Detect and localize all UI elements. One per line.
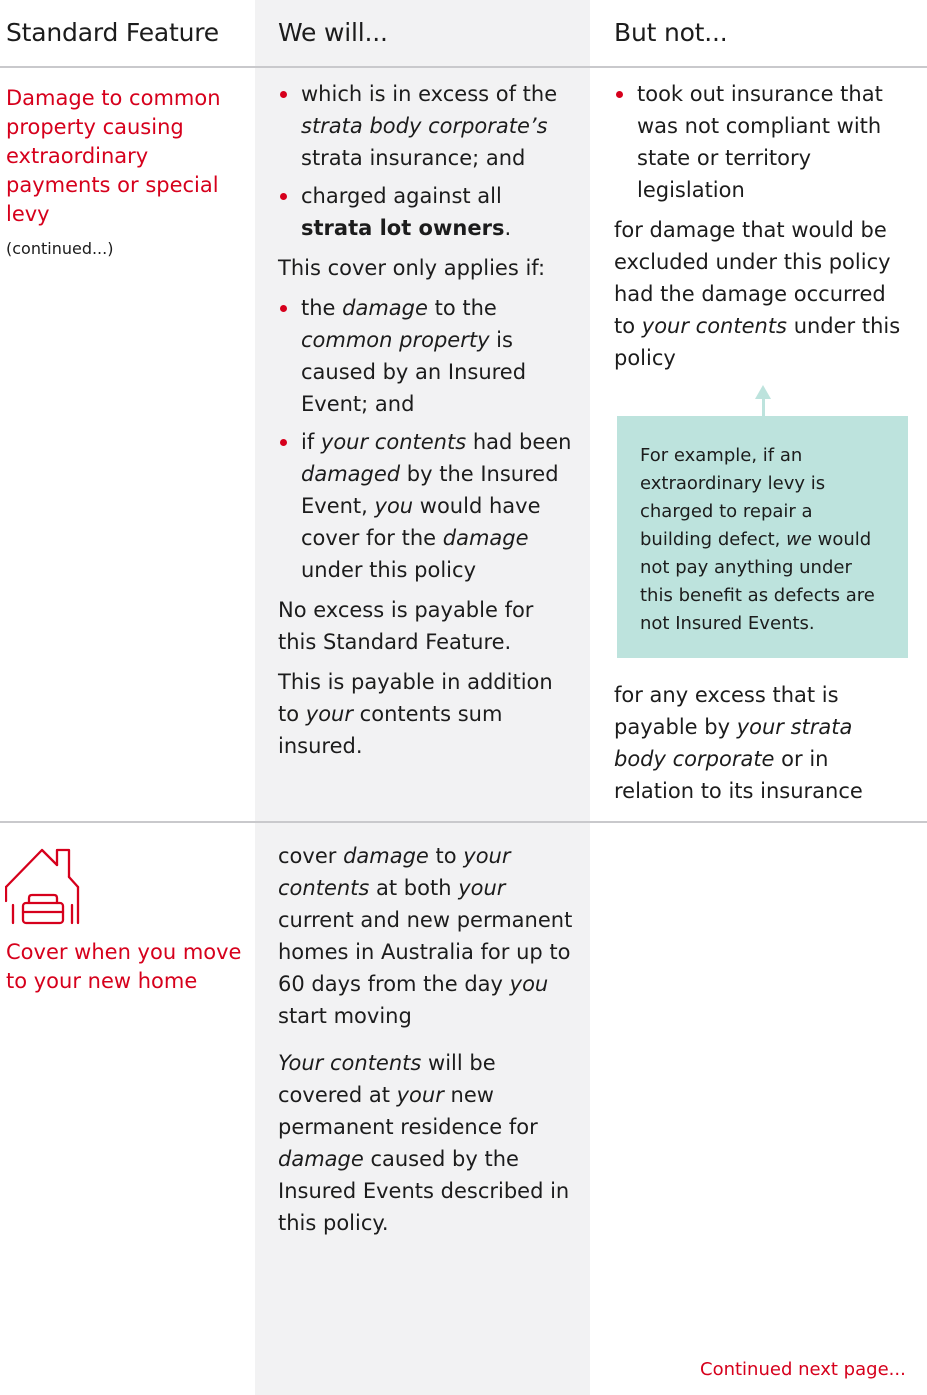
header-divider <box>0 66 927 68</box>
applies-if-text: This cover only applies if: <box>278 256 546 280</box>
payable-addition-text: This is payable in addition to your cont… <box>278 670 553 758</box>
bullet-list: which is in excess of the strata body co… <box>278 78 573 244</box>
continued-next-page: Continued next page... <box>700 1359 906 1380</box>
arrow-stem <box>762 397 765 416</box>
row1-we-will-cell: which is in excess of the strata body co… <box>278 78 573 770</box>
list-item: the damage to the common property is cau… <box>278 292 573 420</box>
header-standard-feature: Standard Feature <box>6 18 219 47</box>
row2-feature-cell: Cover when you move to your new home <box>6 938 246 996</box>
feature-title: Damage to common property causing extrao… <box>6 86 221 226</box>
feature-title: Cover when you move to your new home <box>6 940 242 993</box>
list-item: charged against all strata lot owners. <box>278 180 573 244</box>
list-item: if your contents had been damaged by the… <box>278 426 573 586</box>
continued-note: (continued...) <box>6 239 114 258</box>
row1-but-not-top: took out insurance that was not complian… <box>614 78 909 382</box>
no-excess-text: No excess is payable for this Standard F… <box>278 598 534 654</box>
row-divider <box>0 821 927 823</box>
bullet-list: the damage to the common property is cau… <box>278 292 573 586</box>
row1-but-not-bottom: for any excess that is payable by your s… <box>614 679 909 815</box>
excess-text: for any excess that is payable by your s… <box>614 683 863 803</box>
row1-feature-cell: Damage to common property causing extrao… <box>6 84 246 265</box>
excluded-damage-text: for damage that would be excluded under … <box>614 218 901 370</box>
house-sofa-icon <box>4 847 81 931</box>
table-header: Standard Feature We will... But not... <box>0 0 927 66</box>
header-we-will: We will... <box>278 18 388 47</box>
bullet-list: took out insurance that was not complian… <box>614 78 909 206</box>
list-item: which is in excess of the strata body co… <box>278 78 573 174</box>
row2-we-will-cell: cover damage to your contents at both yo… <box>278 840 573 1247</box>
cover-moving-text: cover damage to your contents at both yo… <box>278 844 573 1028</box>
new-residence-text: Your contents will be covered at your ne… <box>278 1051 570 1235</box>
header-but-not: But not... <box>614 18 728 47</box>
example-callout: For example, if an extraordinary levy is… <box>617 416 908 658</box>
list-item: took out insurance that was not complian… <box>614 78 909 206</box>
